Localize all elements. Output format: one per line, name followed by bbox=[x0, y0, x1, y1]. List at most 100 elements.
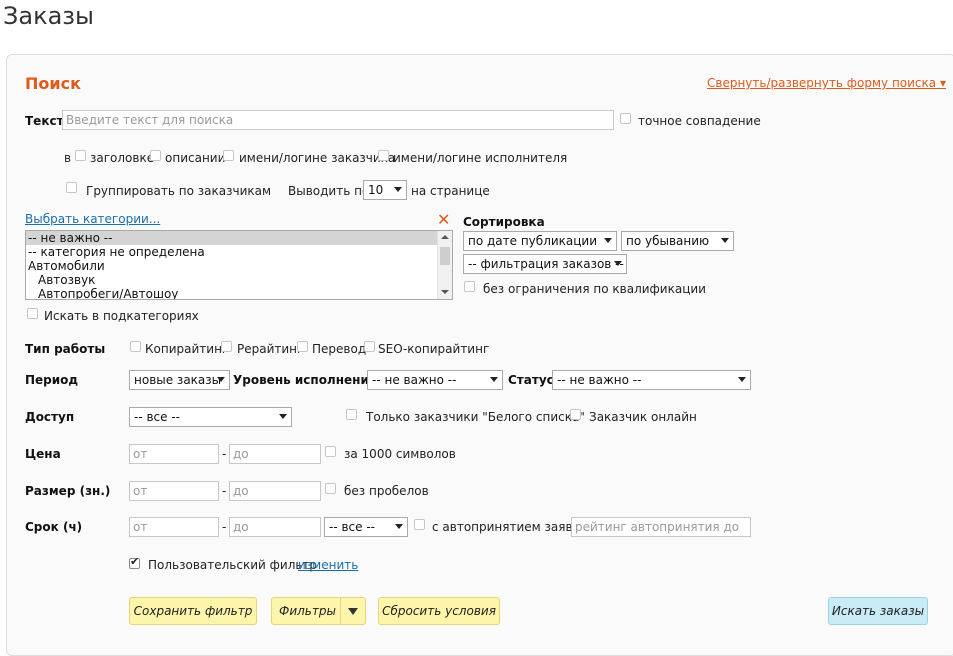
orders-filter-value: -- фильтрация заказов -- bbox=[468, 257, 624, 271]
no-spaces-label: без пробелов bbox=[344, 484, 429, 498]
no-qualification-limit-label: без ограничения по квалификации bbox=[483, 282, 706, 296]
in-label: в bbox=[64, 151, 72, 165]
period-label: Период bbox=[25, 373, 79, 387]
term-label: Срок (ч) bbox=[25, 520, 83, 534]
category-option[interactable]: -- категория не определена bbox=[26, 245, 452, 259]
level-value: -- не важно -- bbox=[372, 373, 457, 387]
reset-conditions-button[interactable]: Сбросить условия bbox=[378, 597, 500, 625]
category-option[interactable]: -- не важно -- bbox=[26, 231, 452, 245]
no-qualification-limit-checkbox[interactable] bbox=[464, 281, 475, 292]
chevron-down-icon bbox=[395, 524, 403, 529]
auto-accept-rating-input[interactable]: рейтинг автопринятия до bbox=[571, 517, 751, 537]
size-from-input[interactable]: от bbox=[129, 481, 219, 501]
chevron-down-icon bbox=[394, 187, 402, 192]
chevron-down-icon bbox=[217, 377, 225, 382]
chevron-down-icon bbox=[279, 414, 287, 419]
in-customer-checkbox[interactable] bbox=[223, 150, 234, 161]
size-to-input[interactable]: до bbox=[229, 481, 321, 501]
work-type-rewriting-checkbox[interactable] bbox=[221, 341, 232, 352]
access-label: Доступ bbox=[25, 410, 75, 424]
period-select[interactable]: новые заказы bbox=[129, 370, 230, 390]
status-label: Статус bbox=[508, 373, 554, 387]
categories-listbox[interactable]: -- не важно -- -- категория не определен… bbox=[25, 230, 453, 300]
search-subcategories-checkbox[interactable] bbox=[27, 308, 38, 319]
term-to-input[interactable]: до bbox=[229, 517, 321, 537]
level-label: Уровень исполнения bbox=[233, 373, 377, 387]
no-spaces-checkbox[interactable] bbox=[325, 483, 336, 494]
whitelist-only-checkbox[interactable] bbox=[346, 409, 357, 420]
toggle-search-form-link[interactable]: Свернуть/развернуть форму поиска ▾ bbox=[707, 76, 946, 90]
per-page-select[interactable]: 10 bbox=[363, 180, 407, 200]
group-by-customers-checkbox[interactable] bbox=[66, 182, 77, 193]
category-option[interactable]: Автозвук bbox=[26, 273, 452, 287]
filters-button-label: Фильтры bbox=[279, 604, 336, 618]
per-page-value: 10 bbox=[368, 183, 384, 197]
chevron-down-icon[interactable] bbox=[340, 598, 365, 624]
exact-match-checkbox[interactable] bbox=[620, 113, 631, 124]
group-by-customers-label: Группировать по заказчикам bbox=[86, 184, 272, 198]
term-select[interactable]: -- все -- bbox=[324, 517, 408, 537]
auto-accept-checkbox[interactable] bbox=[414, 519, 425, 530]
page-title: Заказы bbox=[3, 2, 95, 30]
per-1000-label: за 1000 символов bbox=[344, 447, 456, 461]
sorting-label: Сортировка bbox=[463, 215, 545, 229]
user-filter-checkbox[interactable] bbox=[129, 555, 140, 569]
search-title: Поиск bbox=[25, 74, 81, 93]
work-type-copywriting-checkbox[interactable] bbox=[130, 341, 141, 352]
auto-accept-label: с автопринятием заявок bbox=[432, 520, 588, 534]
choose-categories-link[interactable]: Выбрать категории... bbox=[25, 212, 160, 226]
scroll-down-icon[interactable] bbox=[441, 290, 449, 294]
exact-match-label: точное совпадение bbox=[638, 114, 761, 128]
per-page-suffix: на странице bbox=[411, 184, 490, 198]
in-performer-checkbox[interactable] bbox=[378, 150, 389, 161]
listbox-scrollbar[interactable] bbox=[437, 231, 452, 299]
period-value: новые заказы bbox=[134, 373, 222, 387]
search-orders-button[interactable]: Искать заказы bbox=[828, 597, 928, 625]
size-dash: - bbox=[222, 484, 227, 498]
per-1000-checkbox[interactable] bbox=[325, 446, 336, 457]
access-select[interactable]: -- все -- bbox=[129, 407, 292, 427]
category-option[interactable]: Автопробеги/Автошоу bbox=[26, 287, 452, 299]
level-select[interactable]: -- не важно -- bbox=[367, 370, 503, 390]
scroll-thumb[interactable] bbox=[440, 247, 450, 265]
close-icon[interactable]: ✕ bbox=[437, 210, 450, 229]
sort-by-value: по дате публикации bbox=[468, 234, 598, 248]
status-value: -- не важно -- bbox=[557, 373, 642, 387]
sort-order-select[interactable]: по убыванию bbox=[621, 231, 734, 251]
chevron-down-icon bbox=[614, 261, 622, 266]
filters-button[interactable]: Фильтры bbox=[271, 597, 366, 625]
in-title-checkbox[interactable] bbox=[75, 150, 86, 161]
sort-order-value: по убыванию bbox=[626, 234, 710, 248]
in-title-label: заголовке bbox=[90, 151, 155, 165]
work-type-seo-checkbox[interactable] bbox=[364, 341, 375, 352]
price-dash: - bbox=[222, 447, 227, 461]
work-type-label: Тип работы bbox=[25, 342, 106, 356]
customer-online-checkbox[interactable] bbox=[570, 409, 581, 420]
orders-filter-select[interactable]: -- фильтрация заказов -- bbox=[463, 254, 627, 274]
term-from-input[interactable]: от bbox=[129, 517, 219, 537]
customer-online-label: Заказчик онлайн bbox=[589, 410, 697, 424]
search-text-input[interactable]: Введите текст для поиска bbox=[62, 110, 614, 130]
search-subcategories-label: Искать в подкатегориях bbox=[44, 309, 199, 323]
work-type-translation-label: Перевод bbox=[312, 342, 367, 356]
chevron-down-icon bbox=[490, 377, 498, 382]
scroll-up-icon[interactable] bbox=[441, 235, 449, 239]
whitelist-only-label: Только заказчики "Белого списка" bbox=[366, 410, 585, 424]
chevron-down-icon bbox=[604, 238, 612, 243]
in-customer-label: имени/логине заказчика bbox=[239, 151, 396, 165]
category-option[interactable]: Автомобили bbox=[26, 259, 452, 273]
price-from-input[interactable]: от bbox=[129, 444, 219, 464]
term-select-value: -- все -- bbox=[329, 520, 376, 534]
user-filter-label: Пользовательский фильтр bbox=[148, 558, 318, 572]
save-filter-button[interactable]: Сохранить фильтр bbox=[129, 597, 257, 625]
sort-by-select[interactable]: по дате публикации bbox=[463, 231, 617, 251]
status-select[interactable]: -- не важно -- bbox=[552, 370, 751, 390]
access-value: -- все -- bbox=[134, 410, 181, 424]
in-description-checkbox[interactable] bbox=[150, 150, 161, 161]
chevron-down-icon bbox=[738, 377, 746, 382]
work-type-translation-checkbox[interactable] bbox=[297, 341, 308, 352]
price-label: Цена bbox=[25, 447, 61, 461]
per-page-label: Выводить по bbox=[288, 184, 370, 198]
price-to-input[interactable]: до bbox=[229, 444, 321, 464]
user-filter-edit-link[interactable]: изменить bbox=[298, 558, 358, 572]
